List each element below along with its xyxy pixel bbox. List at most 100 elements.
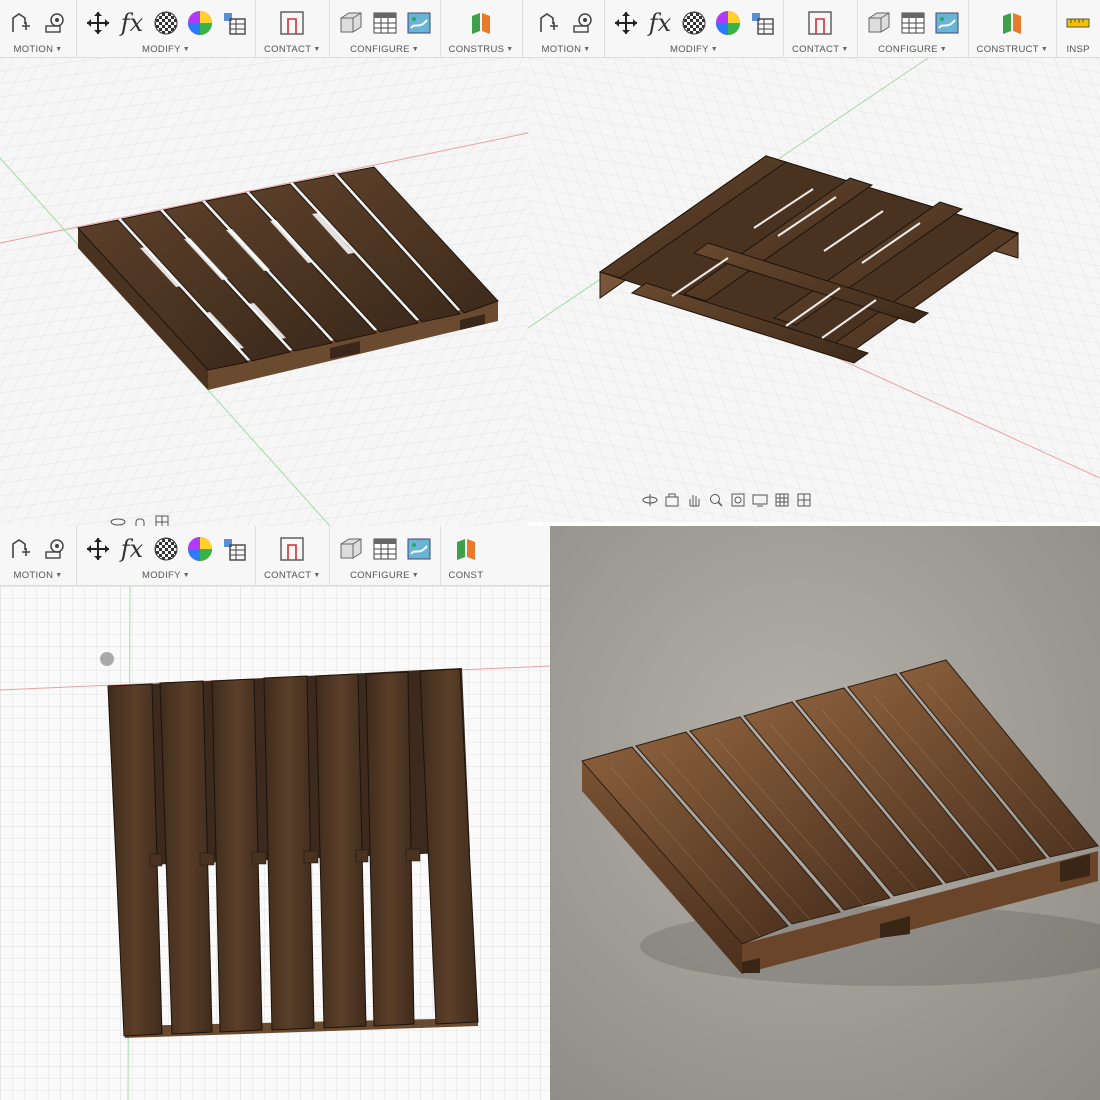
formula-fx-icon[interactable]: fx	[119, 536, 145, 562]
toolbar-group-inspect[interactable]: INSP	[1057, 0, 1099, 57]
contact-sets-icon[interactable]	[279, 536, 305, 562]
cad-scene	[0, 58, 528, 526]
configure-map-icon[interactable]	[934, 10, 960, 36]
toolbar-group-construct[interactable]: CONSTRUS ▼	[441, 0, 523, 57]
configure-map-icon[interactable]	[406, 10, 432, 36]
configure-map-icon[interactable]	[406, 536, 432, 562]
toolbar-group-contact[interactable]: CONTACT ▼	[256, 526, 330, 585]
toolbar-group-motion[interactable]: MOTION ▼	[528, 0, 605, 57]
toolbar-group-construct[interactable]: CONST	[441, 526, 492, 585]
cad-scene	[0, 586, 550, 1100]
configure-table-icon[interactable]	[372, 536, 398, 562]
joint-icon[interactable]	[536, 10, 562, 36]
configure-table-icon[interactable]	[900, 10, 926, 36]
appearance-checker-icon[interactable]	[153, 10, 179, 36]
display-settings-icon[interactable]	[752, 492, 768, 508]
origin-marker	[100, 652, 114, 666]
toolbar: MOTION ▼ fx MODIFY ▼ CONTACT ▼ CONFIGURE…	[528, 0, 1100, 58]
orbit-icon[interactable]	[110, 514, 126, 526]
joint-icon[interactable]	[8, 536, 34, 562]
chevron-down-icon: ▼	[182, 572, 190, 579]
toolbar-label-modify: MODIFY	[670, 44, 709, 55]
toolbar-label-configure: CONFIGURE	[350, 570, 410, 581]
chevron-down-icon: ▼	[506, 46, 514, 53]
toolbar-group-modify[interactable]: fx MODIFY ▼	[77, 0, 256, 57]
look-at-icon[interactable]	[664, 492, 680, 508]
toolbar-group-contact[interactable]: CONTACT ▼	[256, 0, 330, 57]
toolbar-group-motion[interactable]: MOTION ▼	[0, 0, 77, 57]
formula-fx-icon[interactable]: fx	[119, 10, 145, 36]
color-wheel-icon[interactable]	[715, 10, 741, 36]
appearance-checker-icon[interactable]	[681, 10, 707, 36]
navigation-bar	[642, 492, 812, 508]
configure-box-icon[interactable]	[338, 10, 364, 36]
toolbar: MOTION ▼ fx MODIFY ▼ CONTACT ▼ CONFIGURE…	[0, 526, 550, 586]
construct-plane-icon[interactable]	[999, 10, 1025, 36]
joint-origin-icon[interactable]	[42, 10, 68, 36]
formula-fx-icon[interactable]: fx	[647, 10, 673, 36]
contact-sets-icon[interactable]	[807, 10, 833, 36]
joint-origin-icon[interactable]	[570, 10, 596, 36]
parameters-table-icon[interactable]	[221, 536, 247, 562]
toolbar-label-motion: MOTION	[13, 570, 54, 581]
move-icon[interactable]	[85, 536, 111, 562]
chevron-down-icon: ▼	[583, 46, 591, 53]
toolbar-group-configure[interactable]: CONFIGURE ▼	[858, 0, 969, 57]
toolbar-label-configure: CONFIGURE	[878, 44, 938, 55]
pan-hand-icon[interactable]	[132, 514, 148, 526]
measure-icon[interactable]	[1065, 10, 1091, 36]
navigation-bar	[110, 514, 170, 526]
toolbar-group-modify[interactable]: fx MODIFY ▼	[77, 526, 256, 585]
contact-sets-icon[interactable]	[279, 10, 305, 36]
color-wheel-icon[interactable]	[187, 536, 213, 562]
configure-table-icon[interactable]	[372, 10, 398, 36]
toolbar-label-construct: CONSTRUCT	[976, 44, 1039, 55]
joint-origin-icon[interactable]	[42, 536, 68, 562]
cad-scene	[528, 58, 1100, 522]
construct-plane-icon[interactable]	[453, 536, 479, 562]
pan-hand-icon[interactable]	[686, 492, 702, 508]
panel-top-right-cad-view: MOTION ▼ fx MODIFY ▼ CONTACT ▼ CONFIGURE…	[528, 0, 1100, 522]
zoom-icon[interactable]	[708, 492, 724, 508]
toolbar-label-construct: CONSTRUS	[448, 44, 505, 55]
chevron-down-icon: ▼	[313, 572, 321, 579]
product-photo	[550, 526, 1100, 1100]
toolbar-label-modify: MODIFY	[142, 44, 181, 55]
toolbar-group-motion[interactable]: MOTION ▼	[0, 526, 77, 585]
panel-top-left-cad-view: MOTION ▼ fx MODIFY ▼ CONTACT ▼ CONFIGURE…	[0, 0, 528, 526]
construct-plane-icon[interactable]	[468, 10, 494, 36]
toolbar-label-contact: CONTACT	[264, 44, 312, 55]
panel-bottom-left-cad-view: MOTION ▼ fx MODIFY ▼ CONTACT ▼ CONFIGURE…	[0, 526, 550, 1100]
joint-icon[interactable]	[8, 10, 34, 36]
grid-icon[interactable]	[154, 514, 170, 526]
chevron-down-icon: ▼	[411, 572, 420, 579]
toolbar: MOTION ▼ fx MODIFY ▼ CONTACT ▼ CONFIGURE…	[0, 0, 528, 58]
chevron-down-icon: ▼	[841, 46, 849, 53]
toolbar-group-contact[interactable]: CONTACT ▼	[784, 0, 858, 57]
toolbar-group-configure[interactable]: CONFIGURE ▼	[330, 526, 441, 585]
configure-box-icon[interactable]	[866, 10, 892, 36]
chevron-down-icon: ▼	[55, 46, 63, 53]
toolbar-group-modify[interactable]: fx MODIFY ▼	[605, 0, 784, 57]
parameters-table-icon[interactable]	[221, 10, 247, 36]
appearance-checker-icon[interactable]	[153, 536, 179, 562]
toolbar-group-construct[interactable]: CONSTRUCT ▼	[969, 0, 1058, 57]
chevron-down-icon: ▼	[939, 46, 948, 53]
3d-viewport[interactable]	[0, 58, 528, 526]
toolbar-label-configure: CONFIGURE	[350, 44, 410, 55]
toolbar-group-configure[interactable]: CONFIGURE ▼	[330, 0, 441, 57]
chevron-down-icon: ▼	[710, 46, 718, 53]
fit-icon[interactable]	[730, 492, 746, 508]
parameters-table-icon[interactable]	[749, 10, 775, 36]
color-wheel-icon[interactable]	[187, 10, 213, 36]
chevron-down-icon: ▼	[55, 572, 63, 579]
move-icon[interactable]	[85, 10, 111, 36]
3d-viewport[interactable]	[0, 586, 550, 1100]
grid-icon[interactable]	[774, 492, 790, 508]
viewports-icon[interactable]	[796, 492, 812, 508]
move-icon[interactable]	[613, 10, 639, 36]
orbit-icon[interactable]	[642, 492, 658, 508]
3d-viewport[interactable]	[528, 58, 1100, 522]
configure-box-icon[interactable]	[338, 536, 364, 562]
chevron-down-icon: ▼	[411, 46, 420, 53]
